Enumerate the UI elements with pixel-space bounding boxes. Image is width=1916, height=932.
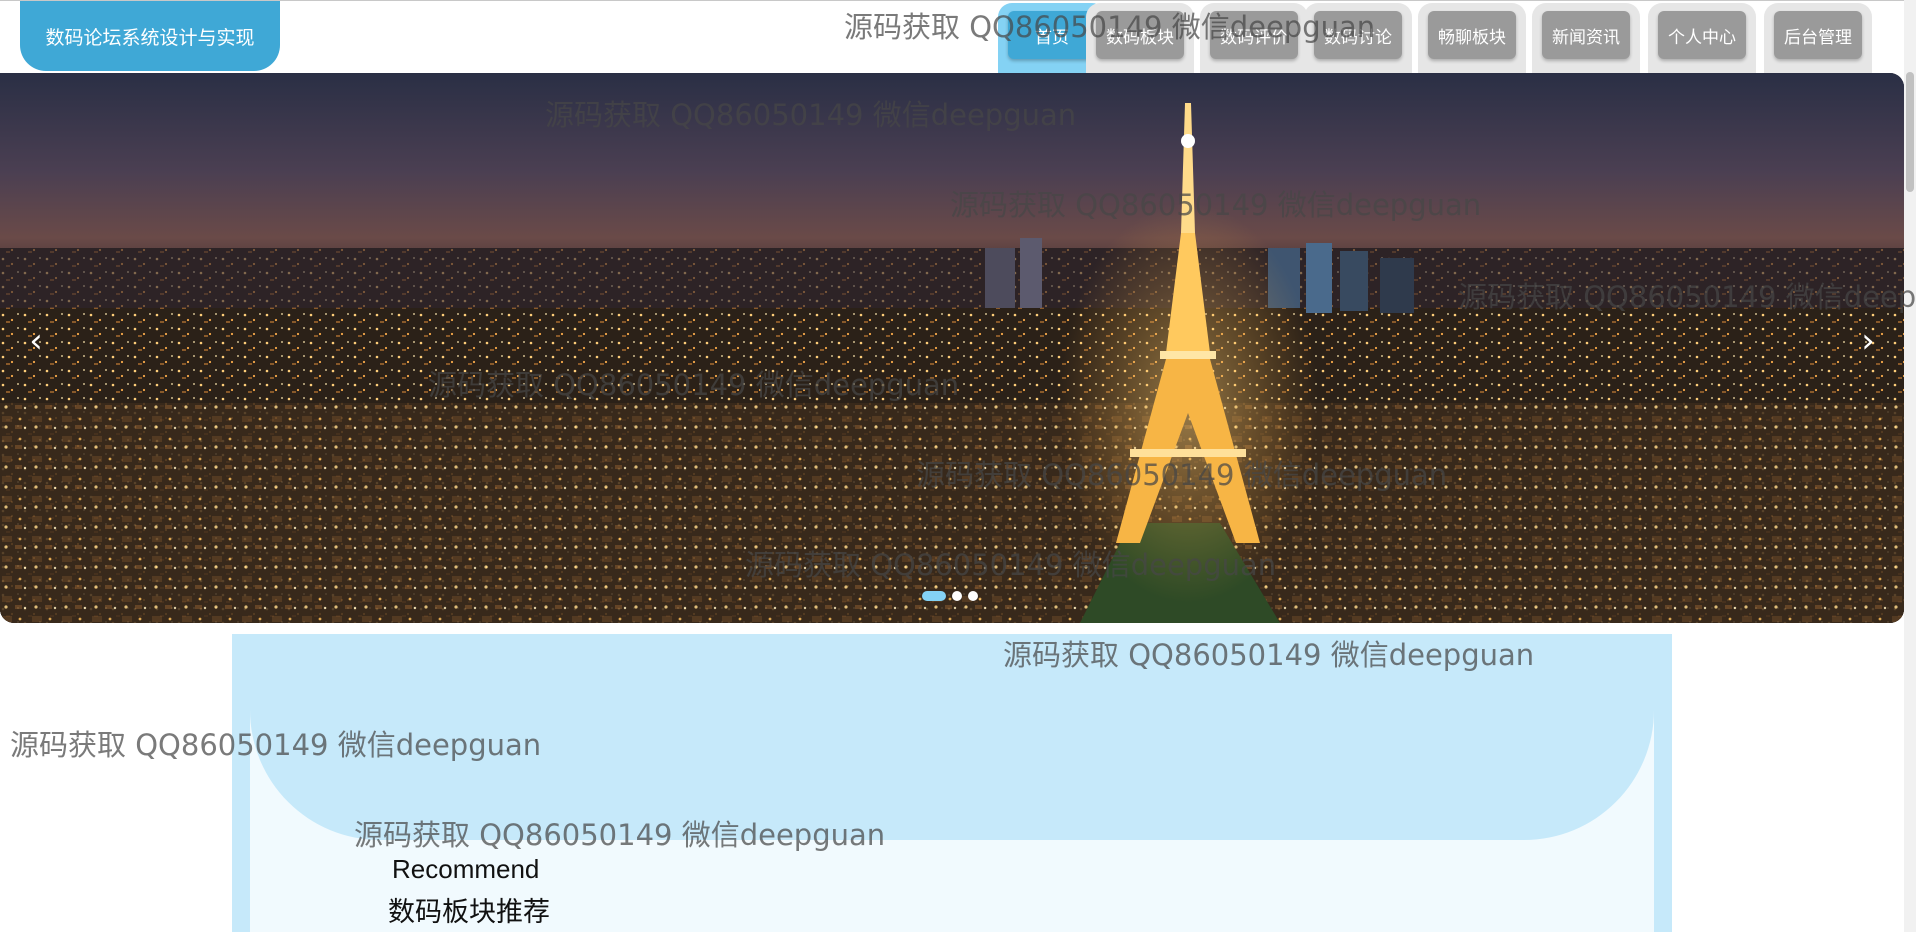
nav-item-label: 数码评价 [1210,11,1298,59]
nav-item-personal-center[interactable]: 个人中心 [1648,3,1756,73]
carousel-indicators [922,591,978,601]
page-scrollbar[interactable] [1904,0,1916,932]
nav-item-label: 后台管理 [1774,11,1862,59]
nav-item-digital-board[interactable]: 数码板块 [1086,3,1194,73]
nav-item-label: 首页 [1008,11,1096,59]
nav-item-label: 个人中心 [1658,11,1746,59]
nav-item-label: 数码讨论 [1314,11,1402,59]
carousel-slide-image [0,73,1904,623]
recommend-header-arc [250,634,1654,840]
carousel-dot[interactable] [952,591,962,601]
nav-item-label: 畅聊板块 [1428,11,1516,59]
site-brand-title[interactable]: 数码论坛系统设计与实现 [20,1,280,71]
nav-item-news[interactable]: 新闻资讯 [1532,3,1640,73]
recommend-title-en: Recommend [392,854,540,884]
nav-item-chat-board[interactable]: 畅聊板块 [1418,3,1526,73]
nav-item-label: 数码板块 [1096,11,1184,59]
nav-item-admin[interactable]: 后台管理 [1764,3,1872,73]
carousel-next-icon[interactable]: › [1848,321,1888,361]
recommend-title-cn: 数码板块推荐 [388,897,550,928]
carousel-prev-icon[interactable]: ‹ [16,321,56,361]
nav-item-digital-review[interactable]: 数码评价 [1200,3,1308,73]
top-navigation-bar: 数码论坛系统设计与实现 首页 数码板块 数码评价 数码讨论 畅聊板块 新闻资讯 … [0,0,1916,73]
hero-carousel[interactable]: ‹ › [0,73,1904,623]
recommend-section [232,634,1672,932]
nav-item-digital-discussion[interactable]: 数码讨论 [1304,3,1412,73]
nav-item-label: 新闻资讯 [1542,11,1630,59]
carousel-dot[interactable] [968,591,978,601]
carousel-dot-active[interactable] [922,591,946,601]
scrollbar-thumb[interactable] [1906,72,1914,192]
